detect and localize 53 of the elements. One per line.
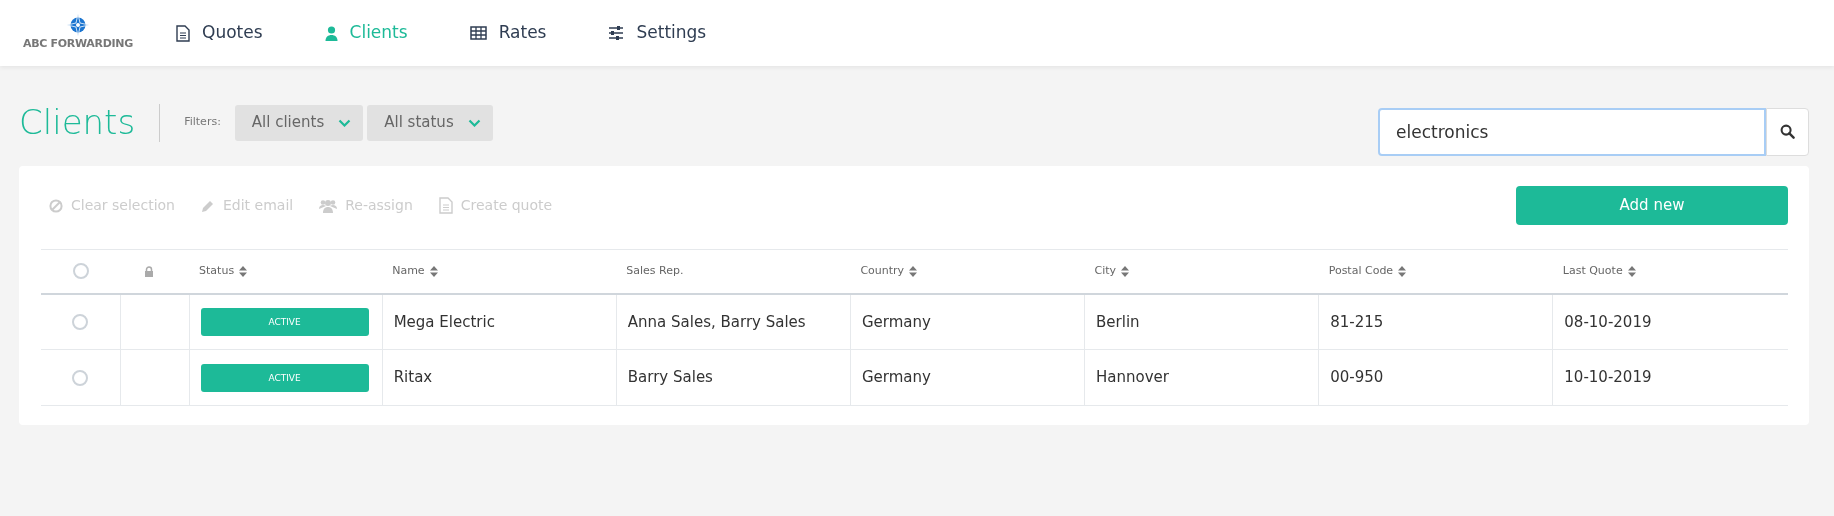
document-icon bbox=[176, 24, 190, 42]
table-cell: Barry Sales bbox=[627, 368, 713, 387]
column-header[interactable]: Name bbox=[382, 249, 617, 294]
table-cell: Mega Electric bbox=[393, 312, 495, 331]
search-field[interactable]: electronics bbox=[1378, 107, 1766, 156]
nav-tab[interactable]: Quotes bbox=[176, 20, 263, 46]
sort-icon[interactable] bbox=[1627, 265, 1636, 277]
person-icon bbox=[324, 25, 338, 41]
filters-label: Filters: bbox=[184, 114, 221, 131]
table-cell: Germany bbox=[861, 312, 931, 331]
status-tag: ACTIVE bbox=[200, 307, 369, 336]
filter-dropdown[interactable]: All status bbox=[367, 104, 493, 141]
nav-tab[interactable]: Settings bbox=[608, 20, 707, 46]
table-cell: 00-950 bbox=[1330, 368, 1384, 387]
column-header: Sales Rep. bbox=[616, 249, 851, 294]
sort-icon[interactable] bbox=[1121, 265, 1130, 277]
page-title: Clients bbox=[19, 101, 136, 144]
chevron-icon bbox=[467, 118, 481, 127]
table-icon bbox=[469, 26, 487, 40]
chevron-icon bbox=[338, 118, 352, 127]
column-header[interactable]: Last Quote bbox=[1552, 249, 1788, 294]
pencil-icon bbox=[201, 198, 215, 213]
row-radio[interactable] bbox=[72, 314, 89, 330]
column-header[interactable]: Status bbox=[189, 249, 383, 294]
search-icon bbox=[1780, 124, 1795, 139]
status-tag: ACTIVE bbox=[200, 363, 369, 392]
sort-icon[interactable] bbox=[1398, 265, 1407, 277]
table-cell: Ritax bbox=[393, 368, 433, 387]
sort-icon[interactable] bbox=[429, 265, 438, 277]
column-header[interactable]: Postal Code bbox=[1318, 249, 1553, 294]
sort-icon[interactable] bbox=[239, 265, 248, 277]
sort-icon[interactable] bbox=[909, 265, 918, 277]
column-header[interactable]: City bbox=[1084, 249, 1319, 294]
filter-dropdown[interactable]: All clients bbox=[234, 104, 364, 141]
document-icon bbox=[438, 197, 453, 214]
row-radio[interactable] bbox=[72, 369, 89, 386]
column-header[interactable]: Country bbox=[850, 249, 1085, 294]
compass-logo-icon bbox=[67, 13, 89, 36]
table-cell: Hannover bbox=[1096, 368, 1169, 387]
table-cell: Berlin bbox=[1096, 312, 1140, 331]
search-button[interactable] bbox=[1766, 107, 1809, 156]
nav-tab[interactable]: Rates bbox=[469, 20, 547, 46]
ban-icon bbox=[49, 198, 63, 213]
sliders-icon bbox=[608, 26, 625, 40]
logo-text: ABC FORWARDING bbox=[23, 35, 133, 52]
table-cell: 08-10-2019 bbox=[1564, 312, 1652, 331]
table-cell: Anna Sales, Barry Sales bbox=[627, 312, 806, 331]
select-all-radio[interactable] bbox=[72, 263, 89, 279]
people-icon bbox=[319, 198, 338, 213]
table-cell: 10-10-2019 bbox=[1564, 368, 1652, 387]
table-cell: 81-215 bbox=[1330, 312, 1384, 331]
table-cell: Germany bbox=[861, 368, 931, 387]
lock-icon bbox=[144, 265, 155, 277]
